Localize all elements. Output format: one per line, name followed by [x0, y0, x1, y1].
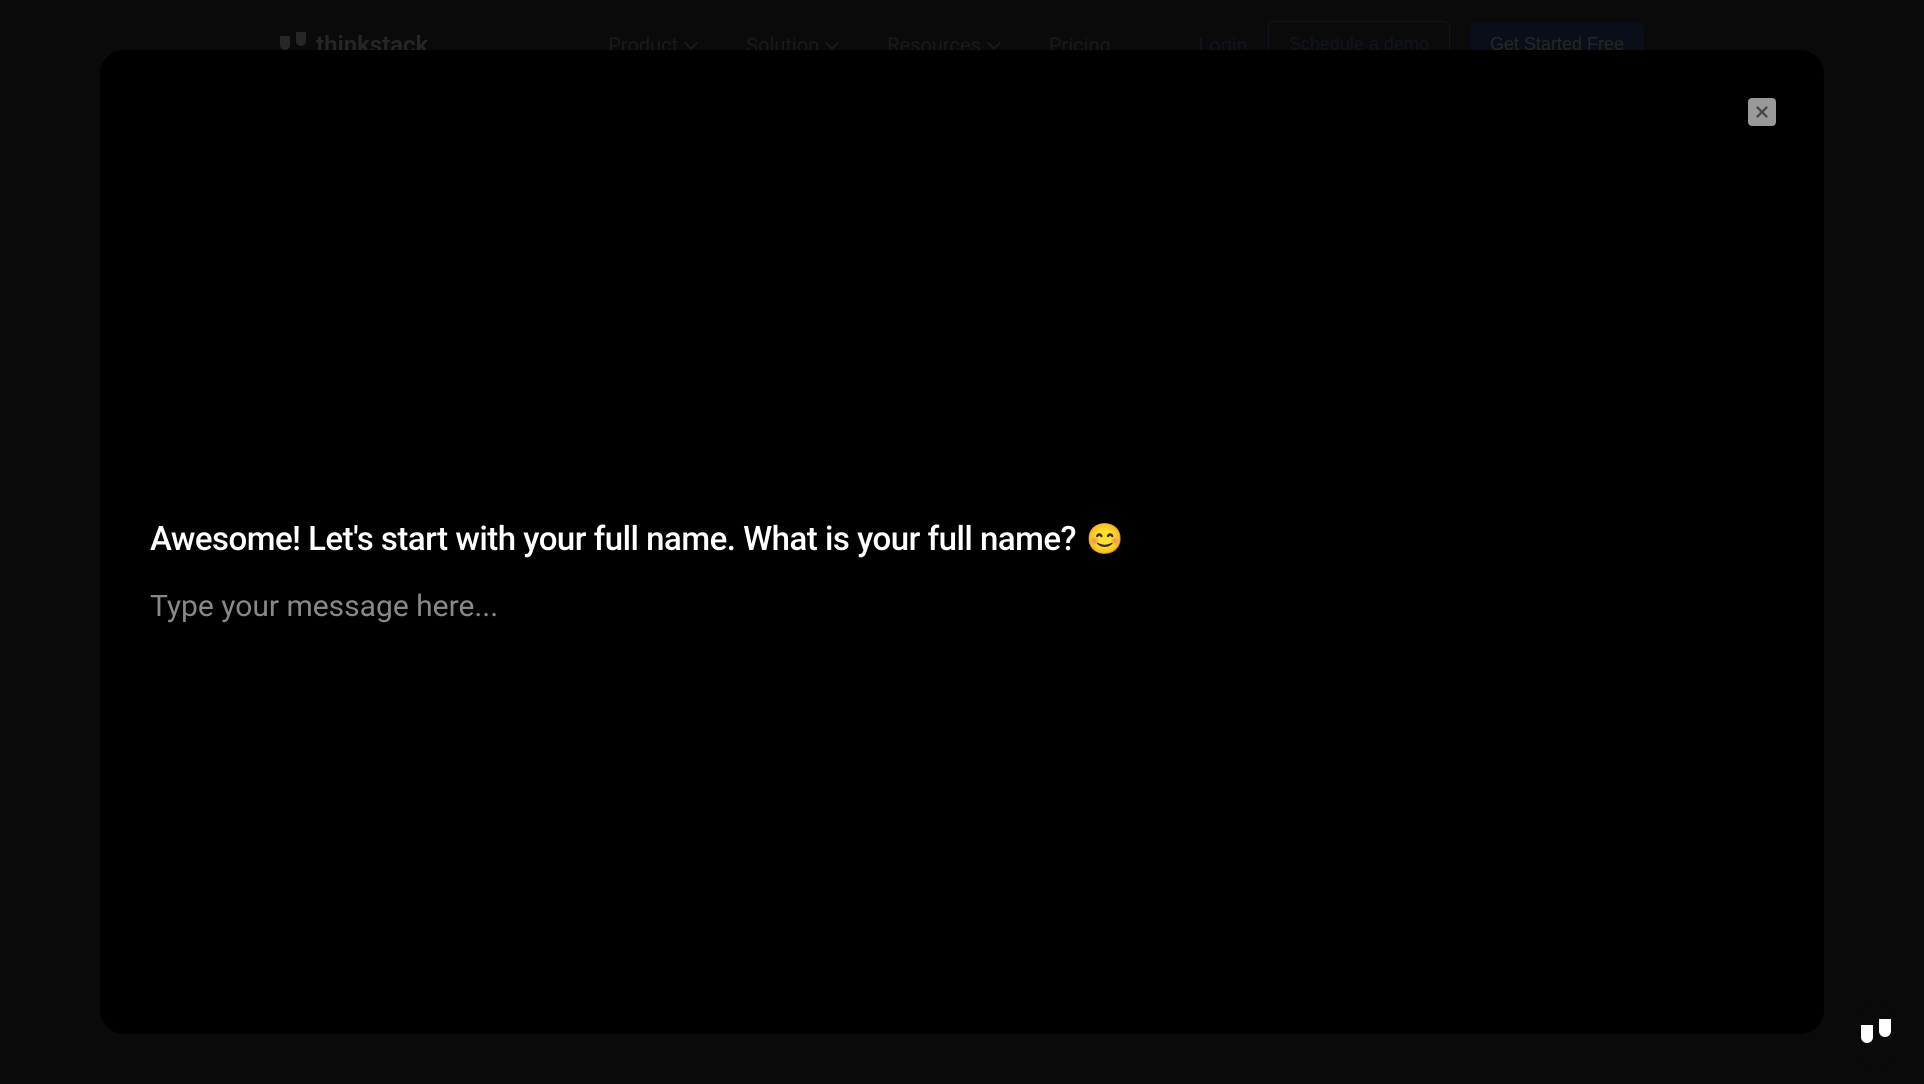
chat-modal: Awesome! Let's start with your full name… — [100, 50, 1824, 1034]
prompt-text: Awesome! Let's start with your full name… — [150, 520, 1076, 559]
close-button[interactable] — [1748, 98, 1776, 126]
chat-content: Awesome! Let's start with your full name… — [150, 520, 1774, 624]
chat-prompt: Awesome! Let's start with your full name… — [150, 520, 1774, 559]
chat-widget-button[interactable] — [1846, 1006, 1906, 1066]
smile-emoji-icon: 😊 — [1086, 522, 1123, 557]
message-input[interactable] — [150, 589, 1774, 624]
widget-logo-icon — [1859, 1019, 1893, 1053]
close-icon — [1753, 103, 1771, 121]
